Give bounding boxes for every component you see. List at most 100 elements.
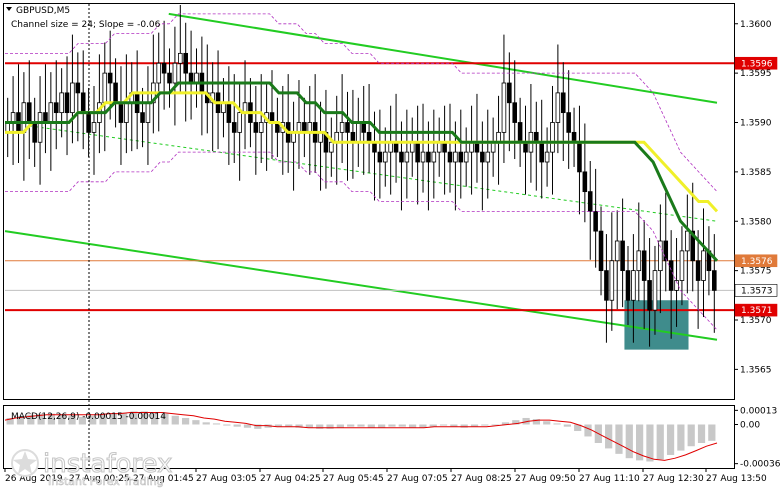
candle-body <box>512 102 518 123</box>
price-tick-label: 1.3575 <box>740 267 772 277</box>
macd-histogram-bar <box>233 424 241 427</box>
candle-body <box>296 122 302 133</box>
macd-histogram-bar <box>697 424 706 443</box>
candle-body <box>237 112 242 133</box>
macd-histogram-bar <box>605 424 613 449</box>
time-tick-label: 27 Aug 04:25 <box>260 474 321 484</box>
watermark-tagline: Instant Forex Trading <box>48 475 164 488</box>
candle-body <box>366 131 372 143</box>
candle-body <box>631 270 636 301</box>
candle-body <box>625 270 631 301</box>
candle-body <box>107 72 113 84</box>
candle-body <box>668 260 674 291</box>
macd-histogram-bar <box>584 424 592 437</box>
candle-body <box>382 151 388 163</box>
macd-histogram-bar <box>357 424 365 427</box>
candle-body <box>53 102 59 114</box>
candle-body <box>377 151 383 163</box>
macd-histogram-bar <box>223 424 231 426</box>
candle-body <box>593 210 598 232</box>
candle-body <box>458 151 464 163</box>
candle-body <box>140 112 145 123</box>
candle-body <box>463 151 469 163</box>
candle-body <box>539 141 544 163</box>
candle-body <box>329 141 334 153</box>
macd-histogram-bar <box>677 424 685 451</box>
candle-body <box>609 260 615 301</box>
candle-body <box>587 191 593 212</box>
macd-histogram-bar <box>347 424 355 427</box>
chart-svg: 1.36001.35951.35901.35851.35801.35751.35… <box>0 0 781 489</box>
macd-histogram-bar <box>708 424 716 441</box>
candle-body <box>145 102 151 123</box>
candle-body <box>124 102 129 123</box>
time-tick-label: 27 Aug 03:05 <box>196 474 257 484</box>
macd-histogram-bar <box>666 424 675 455</box>
price-tag-label-last-price: 1.3573 <box>741 286 773 296</box>
candle-body <box>658 240 663 272</box>
candle-body <box>80 92 86 114</box>
candle-body <box>172 62 178 84</box>
macd-histogram-bar <box>615 424 623 454</box>
macd-histogram-bar <box>481 424 489 426</box>
candle-body <box>679 250 685 281</box>
candle-body <box>431 151 437 163</box>
candle-body <box>604 270 609 301</box>
time-tick-label: 27 Aug 09:50 <box>515 474 576 484</box>
macd-histogram-bar <box>171 415 179 425</box>
macd-histogram-bar <box>212 423 221 425</box>
candle-body <box>544 151 550 163</box>
time-tick-label: 27 Aug 11:10 <box>579 474 640 484</box>
candle-body <box>685 230 690 252</box>
candle-body <box>59 92 64 114</box>
candle-body <box>37 112 43 143</box>
candle-body <box>555 92 561 123</box>
candle-body <box>534 131 539 143</box>
macd-histogram-bar <box>367 424 375 428</box>
macd-histogram-bar <box>553 423 561 425</box>
candle-body <box>253 122 259 133</box>
candle-body <box>636 250 642 272</box>
candle-body <box>577 141 582 173</box>
candle-body <box>70 82 75 114</box>
candle-body <box>620 240 625 272</box>
candle-body <box>231 122 237 133</box>
price-tick-label: 1.3595 <box>740 69 772 79</box>
candle-body <box>399 151 404 163</box>
candle-body <box>453 151 458 163</box>
price-tick-label: 1.3590 <box>740 119 772 129</box>
macd-histogram-bar <box>243 424 252 428</box>
candle-body <box>426 151 431 163</box>
macd-histogram-bar <box>439 424 448 426</box>
macd-tick-label: -0.00036 <box>740 460 781 470</box>
price-tick-label: 1.3565 <box>740 365 772 375</box>
candle-body <box>302 122 307 133</box>
candle-body <box>26 102 32 123</box>
candle-body <box>339 122 345 133</box>
chart-root: 1.3600 1.3595 1.3590 1.3585 1.3580 1.3575 1.35… <box>0 0 781 489</box>
candle-body <box>507 82 512 104</box>
macd-histogram-bar <box>656 424 664 460</box>
price-tick-label: 1.3570 <box>740 316 772 326</box>
candle-body <box>345 122 350 133</box>
candle-body <box>496 131 501 143</box>
candle-body <box>550 122 555 153</box>
macd-histogram-bar <box>202 422 210 425</box>
candle-body <box>178 52 183 64</box>
price-tag-label-support: 1.3571 <box>741 306 773 316</box>
time-tick-label: 27 Aug 13:50 <box>706 474 767 484</box>
candle-body <box>447 151 453 163</box>
candle-body <box>183 52 188 74</box>
candle-body <box>582 171 588 193</box>
instaforex-logo-icon <box>11 449 39 477</box>
macd-title: MACD(12,26,9) -0.00015 -0.00014 <box>11 412 166 422</box>
candle-body <box>695 260 701 281</box>
candle-body <box>32 122 37 143</box>
time-tick-label: 27 Aug 07:05 <box>387 474 448 484</box>
candle-body <box>415 141 420 163</box>
candle-body <box>75 82 81 94</box>
candle-body <box>91 122 97 133</box>
price-tick-label: 1.3600 <box>740 20 772 30</box>
candle-body <box>712 270 717 291</box>
candle-body <box>598 230 604 272</box>
